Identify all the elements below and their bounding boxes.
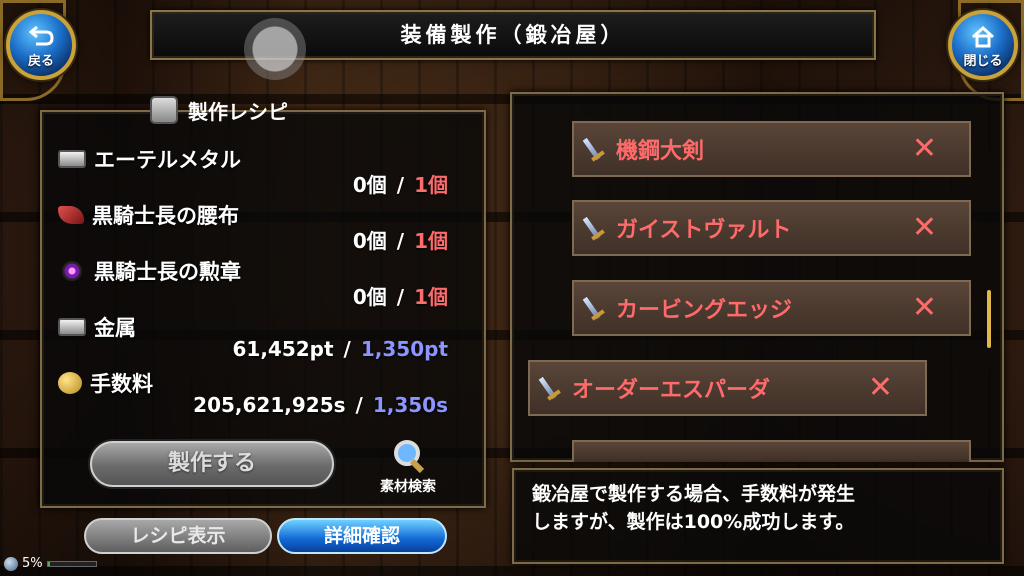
metal-ingot-icon (58, 150, 86, 168)
info-message-box: 鍛冶屋で製作する場合、手数料が発生 しますが、製作は100%成功します。 (512, 468, 1004, 564)
info-line: 鍛冶屋で製作する場合、手数料が発生 (532, 483, 856, 505)
battery-percent: 5% (22, 556, 43, 571)
globe-icon (4, 556, 18, 571)
detail-button[interactable]: 詳細確認 (277, 518, 447, 554)
list-item[interactable]: カービングエッジ ✕ (572, 280, 971, 336)
need-count: 1個 (414, 229, 448, 253)
material-count: 0個/1個 (352, 173, 448, 197)
info-line: しますが、製作は100%成功します。 (532, 511, 855, 533)
material-name-row: エーテルメタル (58, 144, 241, 174)
unavailable-x-icon: ✕ (867, 370, 893, 405)
back-button-label: 戻る (27, 54, 54, 69)
equipment-name: カービングエッジ (616, 298, 793, 323)
material-name: 黒騎士長の勲章 (94, 260, 241, 284)
sword-icon (590, 135, 606, 163)
equipment-name: ガイストヴァルト (616, 218, 792, 243)
list-item[interactable]: ガイストヴァルト ✕ (572, 200, 971, 256)
equipment-name: 機鋼大剣 (616, 139, 705, 164)
cloth-icon (58, 206, 84, 224)
material-name-row: 手数料 (58, 368, 153, 398)
craft-button[interactable]: 製作する (90, 441, 334, 487)
material-name: 黒騎士長の腰布 (92, 204, 239, 228)
sword-icon (590, 214, 606, 242)
material-count: 0個/1個 (352, 229, 448, 253)
have-count: 205,621,925s (193, 393, 346, 417)
back-arrow-icon (28, 26, 54, 46)
close-button[interactable]: 閉じる (948, 10, 1018, 80)
magnifier-icon (394, 440, 425, 474)
material-name: 金属 (94, 316, 136, 340)
unavailable-x-icon: ✕ (911, 210, 937, 245)
need-count: 1,350s (372, 393, 448, 417)
material-count: 61,452pt/1,350pt (232, 337, 448, 361)
equipment-name: オーダーエスパーダ (572, 378, 771, 403)
material-count: 0個/1個 (352, 285, 448, 309)
status-indicator: 5% (4, 556, 97, 571)
virtual-joystick[interactable] (244, 18, 306, 80)
unavailable-x-icon: ✕ (911, 290, 937, 325)
need-count: 1個 (414, 285, 448, 309)
recipe-book-icon (150, 96, 178, 124)
list-item-selected[interactable]: オーダーエスパーダ ✕ (528, 360, 927, 416)
medal-icon (62, 261, 82, 281)
have-count: 61,452pt (232, 337, 334, 361)
sword-icon (590, 294, 606, 322)
scrollbar-thumb[interactable] (987, 290, 991, 348)
battery-bar-fill (47, 561, 51, 566)
coin-icon (58, 372, 82, 394)
material-name-row: 金属 (58, 312, 136, 342)
material-name: 手数料 (90, 372, 153, 396)
have-count: 0個 (352, 173, 387, 197)
material-search-button[interactable]: 素材検索 (368, 440, 448, 496)
recipe-title: 製作レシピ (188, 99, 288, 124)
material-name-row: 黒騎士長の腰布 (58, 200, 239, 230)
need-count: 1個 (414, 173, 448, 197)
have-count: 0個 (352, 285, 387, 309)
material-count: 205,621,925s/1,350s (193, 393, 448, 417)
home-icon (971, 26, 995, 48)
material-name-row: 黒騎士長の勲章 (58, 256, 241, 286)
need-count: 1,350pt (360, 337, 448, 361)
recipe-view-button[interactable]: レシピ表示 (84, 518, 272, 554)
list-item-partial[interactable] (572, 440, 971, 462)
unavailable-x-icon: ✕ (911, 131, 937, 166)
back-button[interactable]: 戻る (6, 10, 76, 80)
material-name: エーテルメタル (94, 148, 241, 172)
sword-icon (546, 374, 562, 402)
close-button-label: 閉じる (963, 54, 1003, 69)
metal-ingot-icon (58, 318, 86, 336)
list-item[interactable]: 機鋼大剣 ✕ (572, 121, 971, 177)
have-count: 0個 (352, 229, 387, 253)
battery-bar (46, 560, 97, 567)
recipe-header: 製作レシピ (150, 93, 288, 127)
material-search-label: 素材検索 (380, 479, 436, 495)
